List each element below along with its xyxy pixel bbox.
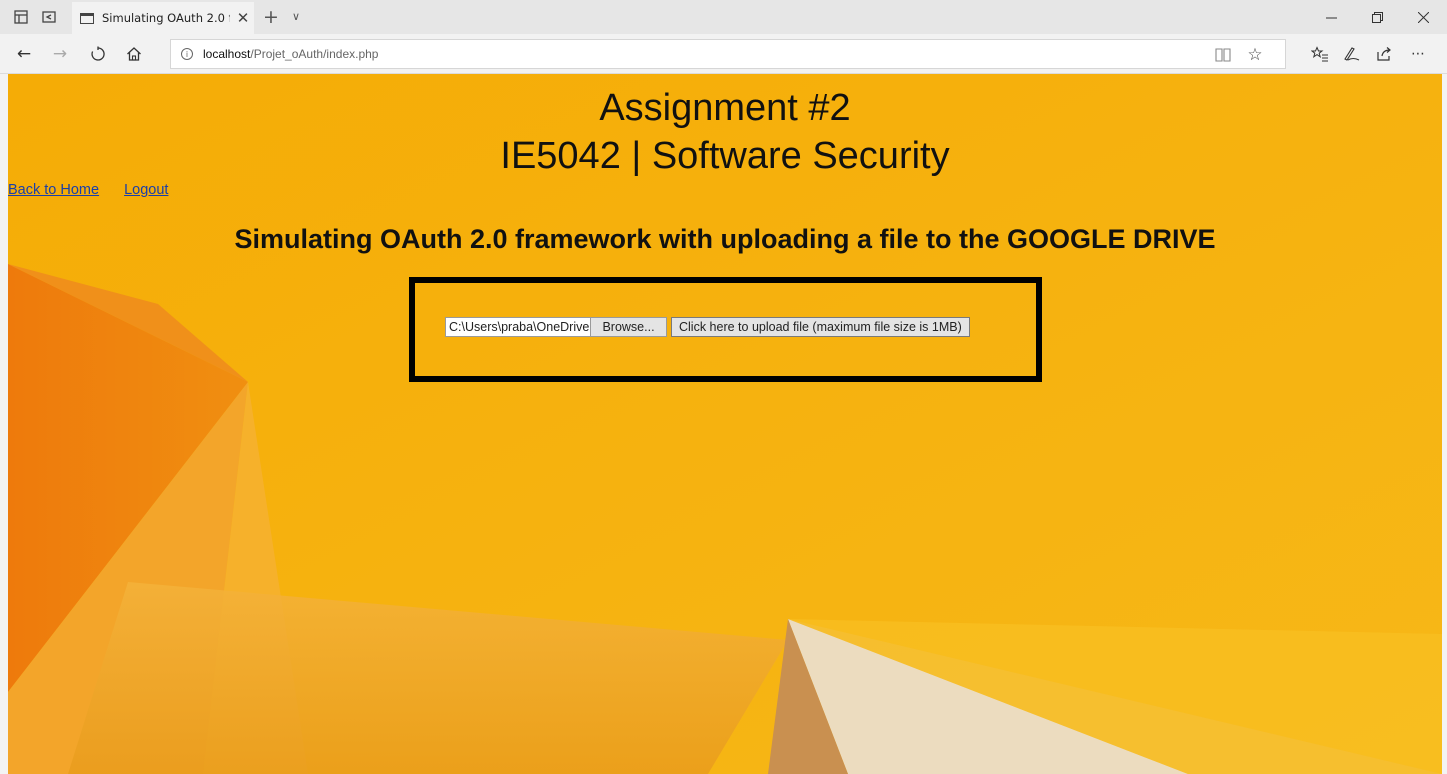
browser-navbar: ← → i localhost/Projet_oAuth/index.php ☆…: [0, 34, 1447, 74]
favorites-hub-icon[interactable]: [1308, 42, 1332, 66]
file-path-value[interactable]: C:\Users\praba\OneDrive: [446, 318, 590, 336]
address-bar[interactable]: i localhost/Projet_oAuth/index.php ☆: [170, 39, 1286, 69]
close-window-icon[interactable]: [1400, 0, 1446, 34]
tabs-aside-icon[interactable]: [10, 6, 32, 28]
file-input[interactable]: C:\Users\praba\OneDrive Browse...: [445, 317, 667, 337]
browser-titlebar: Simulating OAuth 2.0 fr ✕ + ∨: [0, 0, 1447, 34]
back-arrow-icon[interactable]: ←: [12, 42, 36, 66]
forward-arrow-icon[interactable]: →: [48, 42, 72, 66]
home-icon[interactable]: [122, 42, 146, 66]
course-title: IE5042 | Software Security: [500, 135, 950, 177]
more-options-icon[interactable]: ⋯: [1406, 42, 1430, 66]
page-subheading: Simulating OAuth 2.0 framework with uplo…: [234, 224, 1216, 254]
new-tab-icon[interactable]: +: [263, 6, 279, 28]
page-icon: [80, 12, 94, 24]
tab-title: Simulating OAuth 2.0 fr: [102, 11, 230, 25]
restore-icon[interactable]: [1354, 0, 1400, 34]
url-path: /Projet_oAuth/index.php: [250, 47, 379, 61]
share-icon[interactable]: [1372, 42, 1396, 66]
favorite-star-icon[interactable]: ☆: [1243, 43, 1267, 67]
back-to-home-link[interactable]: Back to Home: [8, 182, 99, 198]
pen-notes-icon[interactable]: [1340, 42, 1364, 66]
close-tab-icon[interactable]: ✕: [234, 9, 252, 27]
page-viewport: Assignment #2 IE5042 | Software Security…: [8, 74, 1442, 774]
page-title: Assignment #2: [599, 87, 851, 129]
logout-link[interactable]: Logout: [124, 182, 168, 198]
page-nav-links: Back to Home Logout: [8, 182, 193, 198]
refresh-icon[interactable]: [86, 42, 110, 66]
info-icon[interactable]: i: [181, 48, 193, 60]
show-tabs-aside-icon[interactable]: [38, 6, 60, 28]
minimize-icon[interactable]: [1308, 0, 1354, 34]
browse-button[interactable]: Browse...: [590, 318, 666, 336]
reading-view-icon[interactable]: [1211, 43, 1235, 67]
page-content: Assignment #2 IE5042 | Software Security…: [8, 74, 1442, 774]
upload-form: C:\Users\praba\OneDrive Browse... Click …: [409, 277, 1042, 382]
url-host: localhost: [203, 47, 251, 61]
chevron-down-icon[interactable]: ∨: [292, 6, 300, 28]
browser-tab[interactable]: Simulating OAuth 2.0 fr ✕: [72, 2, 254, 34]
upload-button[interactable]: Click here to upload file (maximum file …: [671, 317, 970, 337]
